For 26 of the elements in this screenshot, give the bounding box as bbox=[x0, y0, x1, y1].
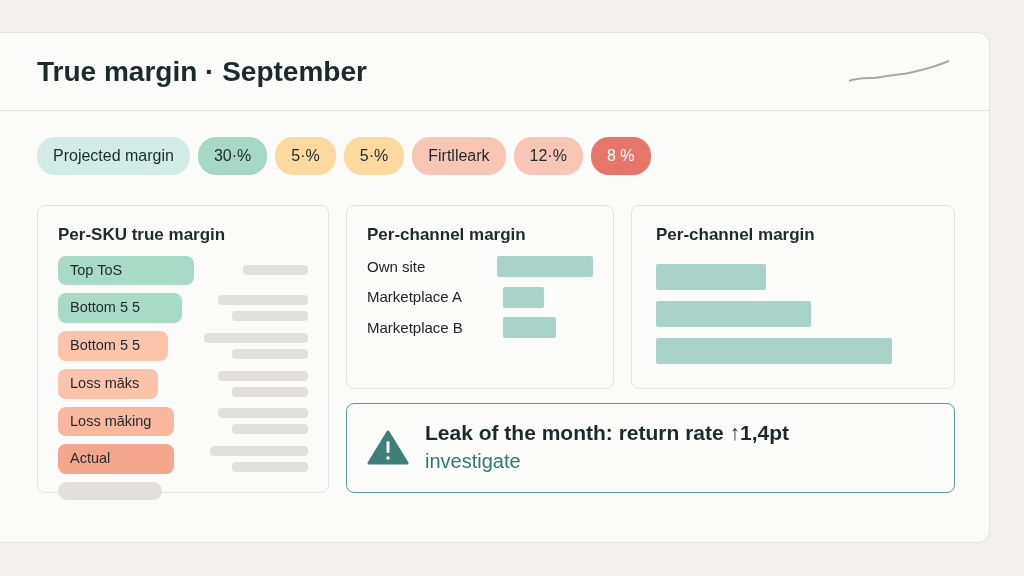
panel-title: Per-channel margin bbox=[366, 224, 527, 246]
panel-title: Per-SKU true margin bbox=[57, 224, 227, 246]
sku-tag: Actual bbox=[58, 444, 174, 474]
panel-title: Per-channel margin bbox=[655, 224, 816, 246]
warning-icon bbox=[367, 430, 409, 466]
channel-label: Own site bbox=[367, 256, 427, 277]
sku-tag: Loss māking bbox=[58, 406, 174, 437]
sku-tag: Bottom 5 5 bbox=[58, 293, 182, 323]
placeholder-line bbox=[243, 265, 308, 276]
filter-chip[interactable]: 30·% bbox=[197, 137, 268, 175]
page-title: True margin · September bbox=[37, 54, 367, 89]
filter-chip[interactable]: 5·% bbox=[275, 137, 336, 175]
sku-tag: Top ToS bbox=[58, 255, 194, 286]
sku-tag: Bottom 5 5 bbox=[58, 331, 168, 361]
filter-chip[interactable]: Firtlleark bbox=[412, 137, 506, 175]
investigate-link[interactable]: investigate bbox=[425, 449, 521, 472]
margin-bar bbox=[503, 286, 544, 308]
sku-tag: Loss māks bbox=[58, 368, 158, 399]
channel-label: Marketplace B bbox=[367, 317, 464, 338]
filter-chip[interactable]: Projected margin bbox=[37, 137, 190, 175]
filter-chip[interactable]: 5·% bbox=[343, 137, 405, 175]
filter-chip[interactable]: 12·% bbox=[513, 137, 583, 175]
margin-bar bbox=[503, 317, 556, 339]
alert-message: Leak of the month: return rate ↑1,4pt bbox=[425, 420, 790, 446]
channel-label: Marketplace A bbox=[367, 287, 464, 307]
sparkline-icon bbox=[847, 58, 951, 85]
